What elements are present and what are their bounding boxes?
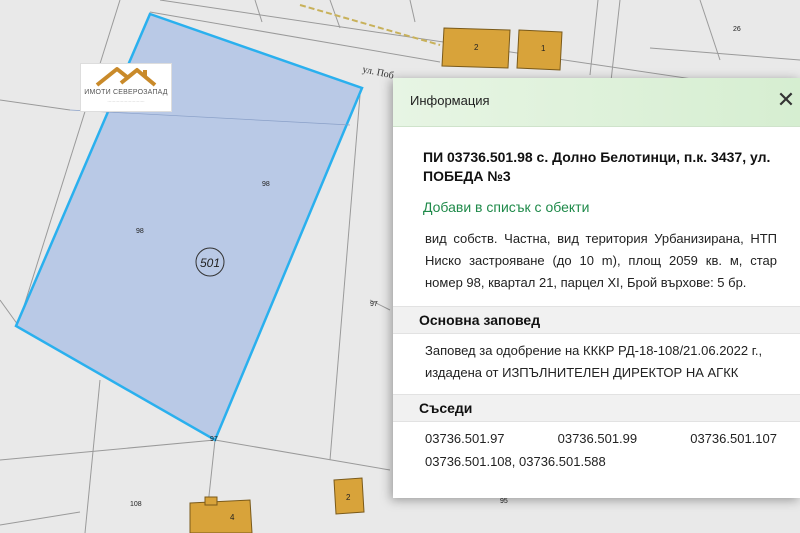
order-section-header: Основна заповед <box>393 306 800 334</box>
panel-title: Информация <box>410 93 490 108</box>
parcel-title: ПИ 03736.501.98 с. Долно Белотинци, п.к.… <box>423 149 771 184</box>
street-line <box>299 4 441 46</box>
logo-name: ИМОТИ СЕВЕРОЗАПАД <box>84 89 168 96</box>
plot-label: 95 <box>500 498 508 505</box>
neighbors-heading: Съседи <box>419 400 473 416</box>
neighbors-list: 03736.501.97 03736.501.99 03736.501.107 … <box>425 427 777 473</box>
house-roof-icon <box>95 67 157 87</box>
company-logo[interactable]: ИМОТИ СЕВЕРОЗАПАД ······················… <box>80 63 172 112</box>
order-heading: Основна заповед <box>419 312 541 328</box>
parcel-description: вид собств. Частна, вид територия Урбани… <box>425 231 777 290</box>
building[interactable] <box>189 499 253 533</box>
neighbor-item: 03736.501.99 <box>557 431 638 446</box>
parcel-number: 501 <box>200 256 220 270</box>
building-label: 4 <box>230 513 235 522</box>
plot-label: 108 <box>130 501 142 508</box>
neighbor-item: 03736.501.108 <box>425 454 512 469</box>
building <box>204 496 218 506</box>
selected-parcel[interactable] <box>14 12 364 442</box>
neighbors-section-header: Съседи <box>393 394 800 422</box>
street-label: ул. Поб <box>361 64 394 81</box>
add-to-list-link[interactable]: Добави в списък с обекти <box>423 199 589 215</box>
close-icon[interactable]: ✕ <box>774 88 798 112</box>
neighbor-item: 03736.501.588 <box>519 454 606 469</box>
plot-label: 97 <box>210 436 218 443</box>
panel-header: Информация ✕ <box>393 78 800 127</box>
neighbor-item: 03736.501.97 <box>425 431 505 446</box>
plot-label: 98 <box>262 181 270 188</box>
building-label: 2 <box>474 43 479 52</box>
order-text: Заповед за одобрение на КККР РД-18-108/2… <box>425 343 763 380</box>
building[interactable] <box>516 29 563 71</box>
neighbor-item: 03736.501.107 <box>690 431 777 446</box>
logo-tagline: ···························· <box>107 99 145 104</box>
building-label: 2 <box>346 493 351 502</box>
building-label: 1 <box>541 44 546 53</box>
plot-label: 26 <box>733 26 741 33</box>
info-panel: Информация ✕ ПИ 03736.501.98 с. Долно Бе… <box>393 78 800 498</box>
plot-label: 97 <box>370 301 378 308</box>
plot-label: 98 <box>136 228 144 235</box>
